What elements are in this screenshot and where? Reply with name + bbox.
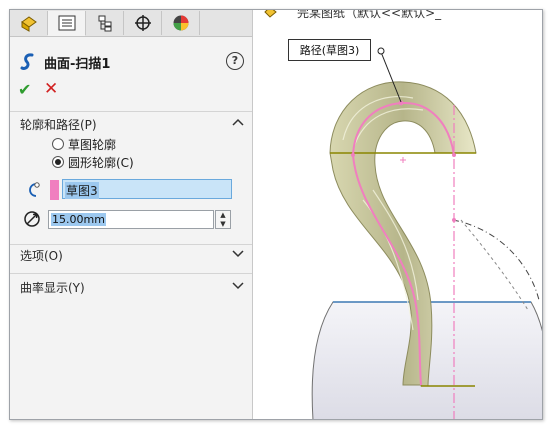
radio-label: 圆形轮廓(C) <box>68 156 134 170</box>
chevron-up-icon <box>232 118 244 126</box>
section-header-curvature[interactable]: 曲率显示(Y) <box>20 279 244 297</box>
ok-button[interactable]: ✔ <box>18 80 31 99</box>
page-title: 曲面-扫描1 <box>44 57 111 72</box>
section-label: 轮廓和路径(P) <box>20 118 97 132</box>
section-label: 曲率显示(Y) <box>20 281 85 295</box>
property-manager-panel: 曲面-扫描1 ? ✔ ✕ 轮廓和路径(P) 草图轮廓 圆形轮廓(C) 草图3 1… <box>10 10 253 419</box>
part-icon <box>264 10 277 18</box>
path-selection-icon <box>29 182 40 197</box>
section-header-profile-path[interactable]: 轮廓和路径(P) <box>20 116 244 134</box>
property-manager-tab[interactable] <box>48 11 86 36</box>
manager-tab-bar <box>10 10 252 37</box>
cancel-button[interactable]: ✕ <box>44 79 58 99</box>
radio-button[interactable] <box>52 156 64 168</box>
property-manager-icon <box>58 15 75 31</box>
diameter-icon <box>24 211 40 227</box>
model-view[interactable] <box>253 10 542 419</box>
origin-marker <box>400 157 406 163</box>
construction-arc <box>452 219 540 301</box>
centerline-point <box>452 218 456 222</box>
divider <box>10 111 252 112</box>
callout-anchor <box>377 47 385 55</box>
sweep-surface-window: 曲面-扫描1 ? ✔ ✕ 轮廓和路径(P) 草图轮廓 圆形轮廓(C) 草图3 1… <box>9 9 543 420</box>
section-label: 选项(O) <box>20 249 63 263</box>
stepper-up-icon[interactable]: ▲ <box>216 211 230 219</box>
divider <box>10 273 252 274</box>
radio-button[interactable] <box>52 138 64 150</box>
radio-label: 草图轮廓 <box>68 138 117 152</box>
stepper-down-icon[interactable]: ▼ <box>216 220 230 228</box>
path-color-swatch <box>50 180 59 200</box>
configuration-manager-icon <box>98 15 111 32</box>
crosshair-icon <box>134 15 151 31</box>
breadcrumb: 完某图纸（默认<<默认>_ <box>297 10 442 20</box>
diameter-stepper[interactable]: ▲ ▼ <box>215 210 231 229</box>
path-selection-value: 草图3 <box>65 182 99 199</box>
path-selection-field[interactable]: 草图3 <box>62 179 232 199</box>
chevron-down-icon <box>232 250 244 258</box>
dimxpert-tab[interactable] <box>124 11 162 35</box>
feature-title-row: 曲面-扫描1 ? <box>18 52 244 72</box>
display-manager-tab[interactable] <box>162 11 200 35</box>
appearance-ball-icon <box>173 15 188 31</box>
graphics-area[interactable]: 完某图纸（默认<<默认>_ 路径(草图3) <box>253 10 542 419</box>
divider <box>10 244 252 245</box>
help-button[interactable]: ? <box>226 52 244 70</box>
section-header-options[interactable]: 选项(O) <box>20 247 244 265</box>
feature-manager-tab[interactable] <box>10 11 48 35</box>
chevron-down-icon <box>232 282 244 290</box>
diameter-input[interactable]: 15.00mm <box>48 210 214 229</box>
feature-manager-icon <box>20 16 37 32</box>
diameter-value: 15.00mm <box>51 213 106 226</box>
configuration-manager-tab[interactable] <box>86 11 124 35</box>
path-callout[interactable]: 路径(草图3) <box>288 39 371 61</box>
path-point <box>351 153 355 157</box>
reference-line <box>460 219 529 311</box>
swept-surface-icon <box>20 53 34 70</box>
